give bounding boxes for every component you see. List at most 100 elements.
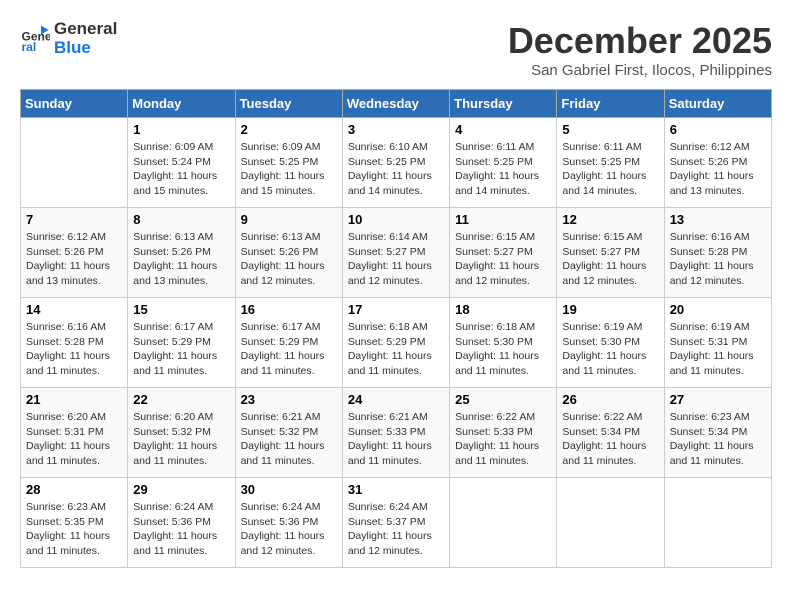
day-number: 21 [26,392,122,407]
day-info: Sunrise: 6:18 AMSunset: 5:30 PMDaylight:… [455,320,551,379]
calendar-cell: 4 Sunrise: 6:11 AMSunset: 5:25 PMDaylight… [450,118,557,208]
day-header-thursday: Thursday [450,90,557,118]
calendar-cell: 23Sunrise: 6:21 AMSunset: 5:32 PMDayligh… [235,388,342,478]
day-number: 8 [133,212,229,227]
day-info: Sunrise: 6:15 AMSunset: 5:27 PMDaylight:… [455,230,551,289]
day-info: Sunrise: 6:22 AMSunset: 5:33 PMDaylight:… [455,410,551,469]
calendar-cell: 29Sunrise: 6:24 AMSunset: 5:36 PMDayligh… [128,478,235,568]
day-info: Sunrise: 6:21 AMSunset: 5:32 PMDaylight:… [241,410,337,469]
calendar-cell: 17 Sunrise: 6:18 AMSunset: 5:29 PMDayligh… [342,298,449,388]
day-info: Sunrise: 6:09 AMSunset: 5:24 PMDaylight:… [133,140,229,199]
day-info: Sunrise: 6:16 AMSunset: 5:28 PMDaylight:… [670,230,766,289]
calendar-cell [664,478,771,568]
day-number: 27 [670,392,766,407]
day-number: 19 [562,302,658,317]
day-number: 9 [241,212,337,227]
day-info: Sunrise: 6:11 AMSunset: 5:25 PMDaylight:… [455,140,551,199]
calendar-cell: 26Sunrise: 6:22 AMSunset: 5:34 PMDayligh… [557,388,664,478]
day-number: 5 [562,122,658,137]
calendar-body: 1 Sunrise: 6:09 AMSunset: 5:24 PMDaylight… [21,118,772,568]
calendar-cell: 25 Sunrise: 6:22 AMSunset: 5:33 PMDayligh… [450,388,557,478]
day-header-tuesday: Tuesday [235,90,342,118]
day-number: 13 [670,212,766,227]
day-info: Sunrise: 6:13 AMSunset: 5:26 PMDaylight:… [133,230,229,289]
day-info: Sunrise: 6:24 AMSunset: 5:36 PMDaylight:… [241,500,337,559]
day-number: 10 [348,212,444,227]
day-number: 17 [348,302,444,317]
day-info: Sunrise: 6:24 AMSunset: 5:37 PMDaylight:… [348,500,444,559]
calendar-cell: 7Sunrise: 6:12 AMSunset: 5:26 PMDaylight… [21,208,128,298]
day-number: 20 [670,302,766,317]
day-info: Sunrise: 6:17 AMSunset: 5:29 PMDaylight:… [133,320,229,379]
svg-text:ral: ral [22,40,37,54]
day-info: Sunrise: 6:13 AMSunset: 5:26 PMDaylight:… [241,230,337,289]
calendar-cell: 13 Sunrise: 6:16 AMSunset: 5:28 PMDayligh… [664,208,771,298]
day-number: 16 [241,302,337,317]
day-number: 2 [241,122,337,137]
calendar-cell: 11 Sunrise: 6:15 AMSunset: 5:27 PMDayligh… [450,208,557,298]
calendar-cell: 10 Sunrise: 6:14 AMSunset: 5:27 PMDayligh… [342,208,449,298]
day-info: Sunrise: 6:14 AMSunset: 5:27 PMDaylight:… [348,230,444,289]
day-header-friday: Friday [557,90,664,118]
day-number: 6 [670,122,766,137]
calendar-header-row: SundayMondayTuesdayWednesdayThursdayFrid… [21,90,772,118]
day-number: 12 [562,212,658,227]
calendar-cell: 22 Sunrise: 6:20 AMSunset: 5:32 PMDayligh… [128,388,235,478]
calendar-cell: 2 Sunrise: 6:09 AMSunset: 5:25 PMDaylight… [235,118,342,208]
day-number: 18 [455,302,551,317]
day-info: Sunrise: 6:17 AMSunset: 5:29 PMDaylight:… [241,320,337,379]
header: Gene- ral General Blue December 2025 San… [20,20,772,79]
calendar-table: SundayMondayTuesdayWednesdayThursdayFrid… [20,89,772,568]
day-info: Sunrise: 6:10 AMSunset: 5:25 PMDaylight:… [348,140,444,199]
day-info: Sunrise: 6:21 AMSunset: 5:33 PMDaylight:… [348,410,444,469]
day-number: 1 [133,122,229,137]
day-info: Sunrise: 6:18 AMSunset: 5:29 PMDaylight:… [348,320,444,379]
week-row-4: 21 Sunrise: 6:20 AMSunset: 5:31 PMDayligh… [21,388,772,478]
day-info: Sunrise: 6:19 AMSunset: 5:30 PMDaylight:… [562,320,658,379]
calendar-cell: 12Sunrise: 6:15 AMSunset: 5:27 PMDayligh… [557,208,664,298]
day-number: 25 [455,392,551,407]
day-number: 7 [26,212,122,227]
day-header-saturday: Saturday [664,90,771,118]
calendar-cell: 27Sunrise: 6:23 AMSunset: 5:34 PMDayligh… [664,388,771,478]
calendar-cell: 8 Sunrise: 6:13 AMSunset: 5:26 PMDaylight… [128,208,235,298]
day-info: Sunrise: 6:16 AMSunset: 5:28 PMDaylight:… [26,320,122,379]
calendar-cell: 15 Sunrise: 6:17 AMSunset: 5:29 PMDayligh… [128,298,235,388]
calendar-cell: 18 Sunrise: 6:18 AMSunset: 5:30 PMDayligh… [450,298,557,388]
location-subtitle: San Gabriel First, Ilocos, Philippines [508,62,772,79]
calendar-cell: 1 Sunrise: 6:09 AMSunset: 5:24 PMDaylight… [128,118,235,208]
calendar-cell: 20 Sunrise: 6:19 AMSunset: 5:31 PMDayligh… [664,298,771,388]
calendar-cell: 30 Sunrise: 6:24 AMSunset: 5:36 PMDayligh… [235,478,342,568]
day-info: Sunrise: 6:09 AMSunset: 5:25 PMDaylight:… [241,140,337,199]
day-number: 15 [133,302,229,317]
day-number: 24 [348,392,444,407]
day-number: 29 [133,482,229,497]
calendar-cell: 24 Sunrise: 6:21 AMSunset: 5:33 PMDayligh… [342,388,449,478]
calendar-cell: 3Sunrise: 6:10 AMSunset: 5:25 PMDaylight… [342,118,449,208]
calendar-cell [557,478,664,568]
calendar-cell: 9 Sunrise: 6:13 AMSunset: 5:26 PMDaylight… [235,208,342,298]
logo: Gene- ral General Blue [20,20,117,57]
week-row-3: 14Sunrise: 6:16 AMSunset: 5:28 PMDayligh… [21,298,772,388]
logo-line2: Blue [54,39,117,58]
calendar-cell: 14Sunrise: 6:16 AMSunset: 5:28 PMDayligh… [21,298,128,388]
day-number: 22 [133,392,229,407]
day-number: 4 [455,122,551,137]
logo-icon: Gene- ral [20,24,50,54]
week-row-1: 1 Sunrise: 6:09 AMSunset: 5:24 PMDaylight… [21,118,772,208]
day-number: 11 [455,212,551,227]
day-info: Sunrise: 6:20 AMSunset: 5:32 PMDaylight:… [133,410,229,469]
week-row-5: 28 Sunrise: 6:23 AMSunset: 5:35 PMDayligh… [21,478,772,568]
day-header-sunday: Sunday [21,90,128,118]
calendar-cell [21,118,128,208]
calendar-cell: 5Sunrise: 6:11 AMSunset: 5:25 PMDaylight… [557,118,664,208]
day-number: 30 [241,482,337,497]
calendar-cell: 21 Sunrise: 6:20 AMSunset: 5:31 PMDayligh… [21,388,128,478]
day-number: 31 [348,482,444,497]
day-info: Sunrise: 6:23 AMSunset: 5:35 PMDaylight:… [26,500,122,559]
day-number: 28 [26,482,122,497]
day-info: Sunrise: 6:20 AMSunset: 5:31 PMDaylight:… [26,410,122,469]
day-info: Sunrise: 6:19 AMSunset: 5:31 PMDaylight:… [670,320,766,379]
logo-line1: General [54,20,117,39]
day-number: 26 [562,392,658,407]
